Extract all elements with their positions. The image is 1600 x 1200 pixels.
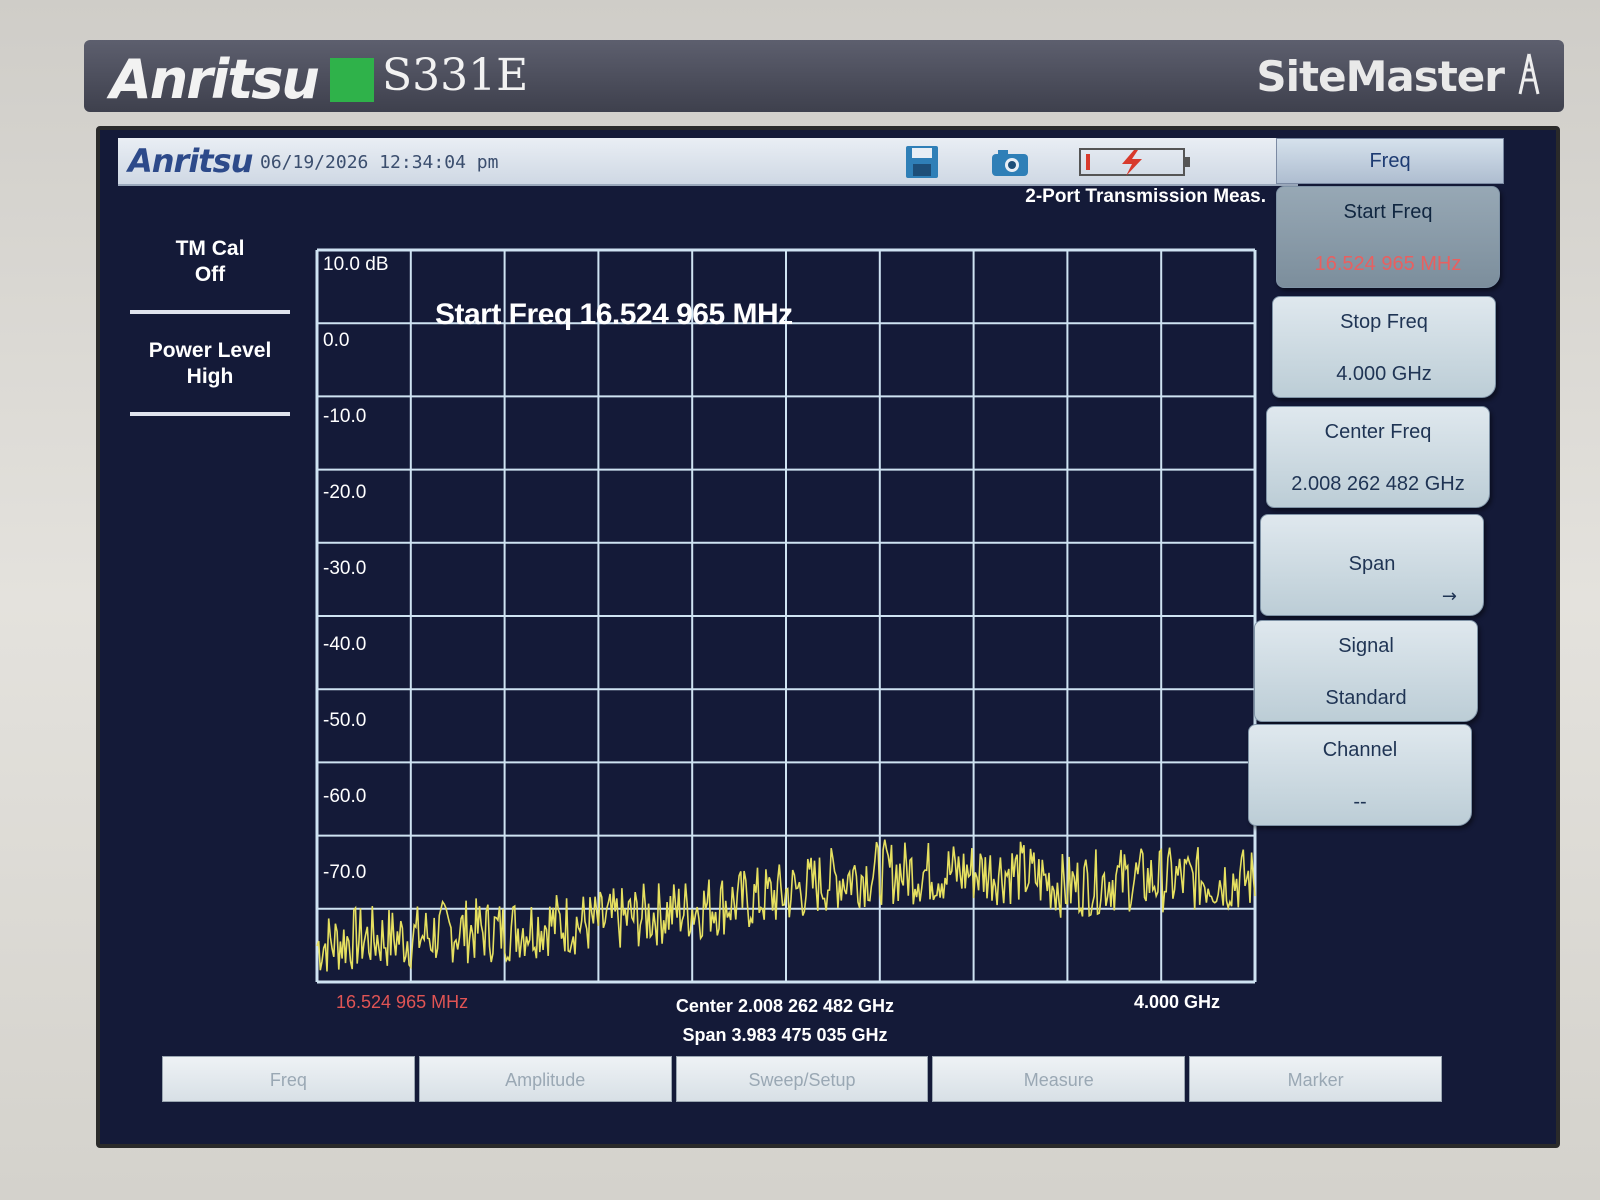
y-tick-label: 0.0 (323, 330, 350, 351)
measurement-title: 2-Port Transmission Meas. (1025, 186, 1266, 207)
product-label: SiteMaster (1256, 52, 1505, 101)
stop-freq-softkey[interactable]: Stop Freq 4.000 GHz (1272, 296, 1496, 398)
antenna-tower-icon (1518, 53, 1540, 95)
bottom-menu-tabs: Freq Amplitude Sweep/Setup Measure Marke… (162, 1056, 1442, 1102)
y-tick-label: -70.0 (323, 862, 367, 883)
channel-softkey[interactable]: Channel -- (1248, 724, 1472, 826)
y-tick-label: -60.0 (323, 786, 367, 807)
tab-amplitude[interactable]: Amplitude (418, 1056, 672, 1102)
camera-icon[interactable] (990, 148, 1030, 178)
tab-measure[interactable]: Measure (932, 1056, 1186, 1102)
softkey-menu-title: Freq (1276, 138, 1504, 184)
x-center-span-label: Center 2.008 262 482 GHz Span 3.983 475 … (620, 992, 950, 1050)
span-softkey[interactable]: Span → (1260, 514, 1484, 616)
tab-freq[interactable]: Freq (162, 1056, 415, 1102)
model-label: S331E (382, 50, 529, 101)
divider (130, 412, 290, 416)
softkey-label: Start Freq (1343, 201, 1433, 223)
save-icon[interactable] (904, 144, 940, 180)
battery-icon (1079, 148, 1190, 176)
trace-plot[interactable]: Start Freq 16.524 965 MHz 10.0 dB 0.0 -1… (315, 248, 1265, 988)
softkey-value: 16.524 965 MHz (1314, 253, 1462, 275)
softkey-label: Signal (1338, 635, 1394, 657)
x-center-label: Center 2.008 262 482 GHz (675, 996, 895, 1016)
power-level-value: High (186, 365, 234, 388)
softkey-label: Center Freq (1324, 421, 1432, 443)
x-start-freq-label: 16.524 965 MHz (336, 992, 469, 1012)
x-span-label: Span 3.983 475 035 GHz (682, 1025, 888, 1045)
x-stop-freq-label: 4.000 GHz (1134, 992, 1221, 1012)
tm-cal-label: TM Cal (175, 237, 245, 260)
softkey-value: 4.000 GHz (1336, 363, 1432, 385)
status-bar: Anritsu 06/19/2026 12:34:04 pm (118, 138, 1298, 186)
softkey-label: Stop Freq (1340, 311, 1428, 333)
softkey-value: 2.008 262 482 GHz (1291, 473, 1465, 495)
brand-logo: Anritsu (110, 48, 320, 111)
softkey-label: Span (1348, 553, 1396, 575)
plot-annotation: Start Freq 16.524 965 MHz (435, 298, 793, 331)
instrument-bezel: Anritsu S331E SiteMaster Anritsu 06/19/2… (0, 0, 1600, 1200)
softkey-label: Channel (1322, 739, 1398, 761)
status-logo: Anritsu (128, 142, 253, 180)
brand-bar: Anritsu S331E SiteMaster (84, 40, 1564, 112)
y-tick-label: -20.0 (323, 482, 367, 503)
signal-standard-softkey[interactable]: Signal Standard (1254, 620, 1478, 722)
y-tick-label: -50.0 (323, 710, 367, 731)
start-freq-softkey[interactable]: Start Freq 16.524 965 MHz (1276, 186, 1500, 288)
softkey-value: -- (1353, 791, 1367, 813)
power-level-label: Power Level (148, 339, 272, 362)
datetime-display: 06/19/2026 12:34:04 pm (260, 152, 499, 173)
y-tick-label: -40.0 (323, 634, 367, 655)
brand-square-icon (330, 58, 374, 102)
divider (130, 310, 290, 314)
left-status-panel: TM Cal Off Power Level High (130, 230, 290, 434)
tab-marker[interactable]: Marker (1189, 1056, 1442, 1102)
power-level-status: Power Level High (130, 332, 290, 412)
tab-sweep-setup[interactable]: Sweep/Setup (675, 1056, 929, 1102)
plot-canvas (315, 248, 1257, 984)
tm-cal-value: Off (194, 263, 226, 286)
softkey-value: Standard (1325, 687, 1407, 709)
lcd-screen: Anritsu 06/19/2026 12:34:04 pm 2-Port Tr… (96, 126, 1560, 1148)
y-tick-label: 10.0 dB (323, 254, 389, 275)
y-tick-label: -10.0 (323, 406, 367, 427)
submenu-arrow-icon: → (1441, 586, 1457, 607)
y-tick-label: -30.0 (323, 558, 367, 579)
tm-cal-status: TM Cal Off (130, 230, 290, 310)
center-freq-softkey[interactable]: Center Freq 2.008 262 482 GHz (1266, 406, 1490, 508)
